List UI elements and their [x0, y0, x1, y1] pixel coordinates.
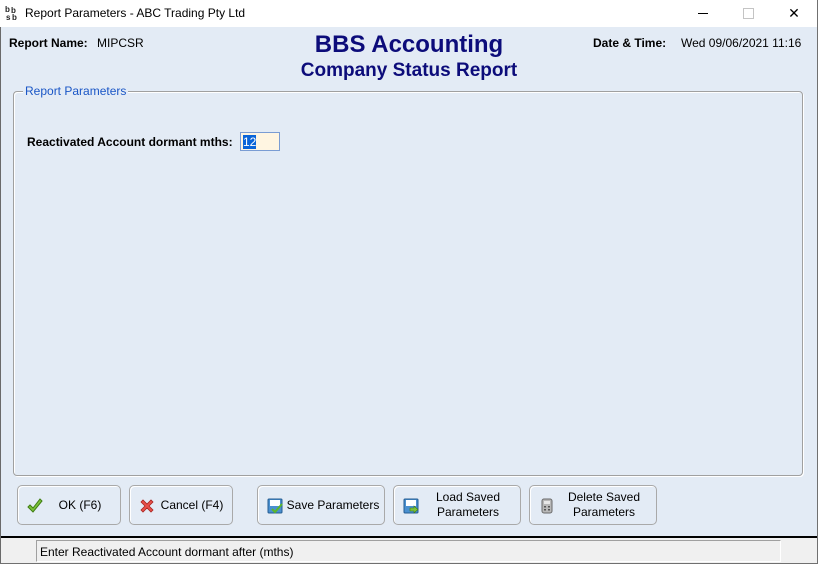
delete-params-icon: [541, 498, 553, 514]
minimize-icon: [698, 13, 708, 14]
load-saved-parameters-label: Load Saved Parameters: [420, 490, 516, 520]
check-icon: [27, 498, 43, 513]
cancel-button[interactable]: Cancel (F4): [129, 485, 233, 525]
bbs-logo-icon: b b s b: [5, 5, 21, 22]
delete-label-line2: Parameters: [572, 505, 636, 519]
ok-button[interactable]: OK (F6): [17, 485, 121, 525]
svg-text:b: b: [12, 13, 17, 21]
client-area: Report Name: MIPCSR BBS Accounting Compa…: [0, 27, 817, 536]
dormant-months-input[interactable]: 12: [240, 132, 280, 151]
dormant-months-label: Reactivated Account dormant mths:: [27, 135, 233, 149]
close-button[interactable]: ✕: [771, 0, 817, 27]
datetime-label: Date & Time:: [593, 36, 667, 50]
status-message: Enter Reactivated Account dormant after …: [36, 540, 781, 562]
report-parameters-window: b b s b Report Parameters - ABC Trading …: [0, 0, 818, 564]
delete-saved-parameters-label: Delete Saved Parameters: [556, 490, 652, 520]
title-bar: b b s b Report Parameters - ABC Trading …: [0, 0, 817, 27]
save-parameters-label: Save Parameters: [286, 497, 380, 512]
report-title: Company Status Report: [300, 60, 518, 81]
dormant-months-value: 12: [243, 135, 257, 149]
x-icon: [140, 499, 154, 513]
ok-label: OK (F6): [58, 497, 102, 512]
minimize-button[interactable]: [680, 0, 726, 27]
maximize-icon: [742, 8, 754, 19]
load-label-line2: Parameters: [436, 505, 500, 519]
window-left-border: [0, 27, 1, 563]
load-saved-parameters-button[interactable]: Load Saved Parameters: [393, 485, 521, 525]
delete-saved-parameters-button[interactable]: Delete Saved Parameters: [529, 485, 657, 525]
load-params-icon: [403, 498, 419, 514]
delete-label-line1: Delete Saved: [567, 490, 641, 504]
maximize-button[interactable]: [725, 0, 771, 27]
load-label-line1: Load Saved: [435, 490, 501, 504]
save-parameters-button[interactable]: Save Parameters: [257, 485, 385, 525]
close-icon: ✕: [788, 5, 800, 21]
group-title: Report Parameters: [23, 84, 129, 98]
save-params-icon: [267, 498, 283, 514]
cancel-label: Cancel (F4): [160, 497, 224, 512]
datetime-value: Wed 09/06/2021 11:16: [681, 36, 802, 50]
report-parameters-group: Report Parameters Reactivated Account do…: [13, 84, 803, 476]
status-bar: Enter Reactivated Account dormant after …: [0, 536, 817, 563]
window-title: Report Parameters - ABC Trading Pty Ltd: [25, 6, 246, 20]
